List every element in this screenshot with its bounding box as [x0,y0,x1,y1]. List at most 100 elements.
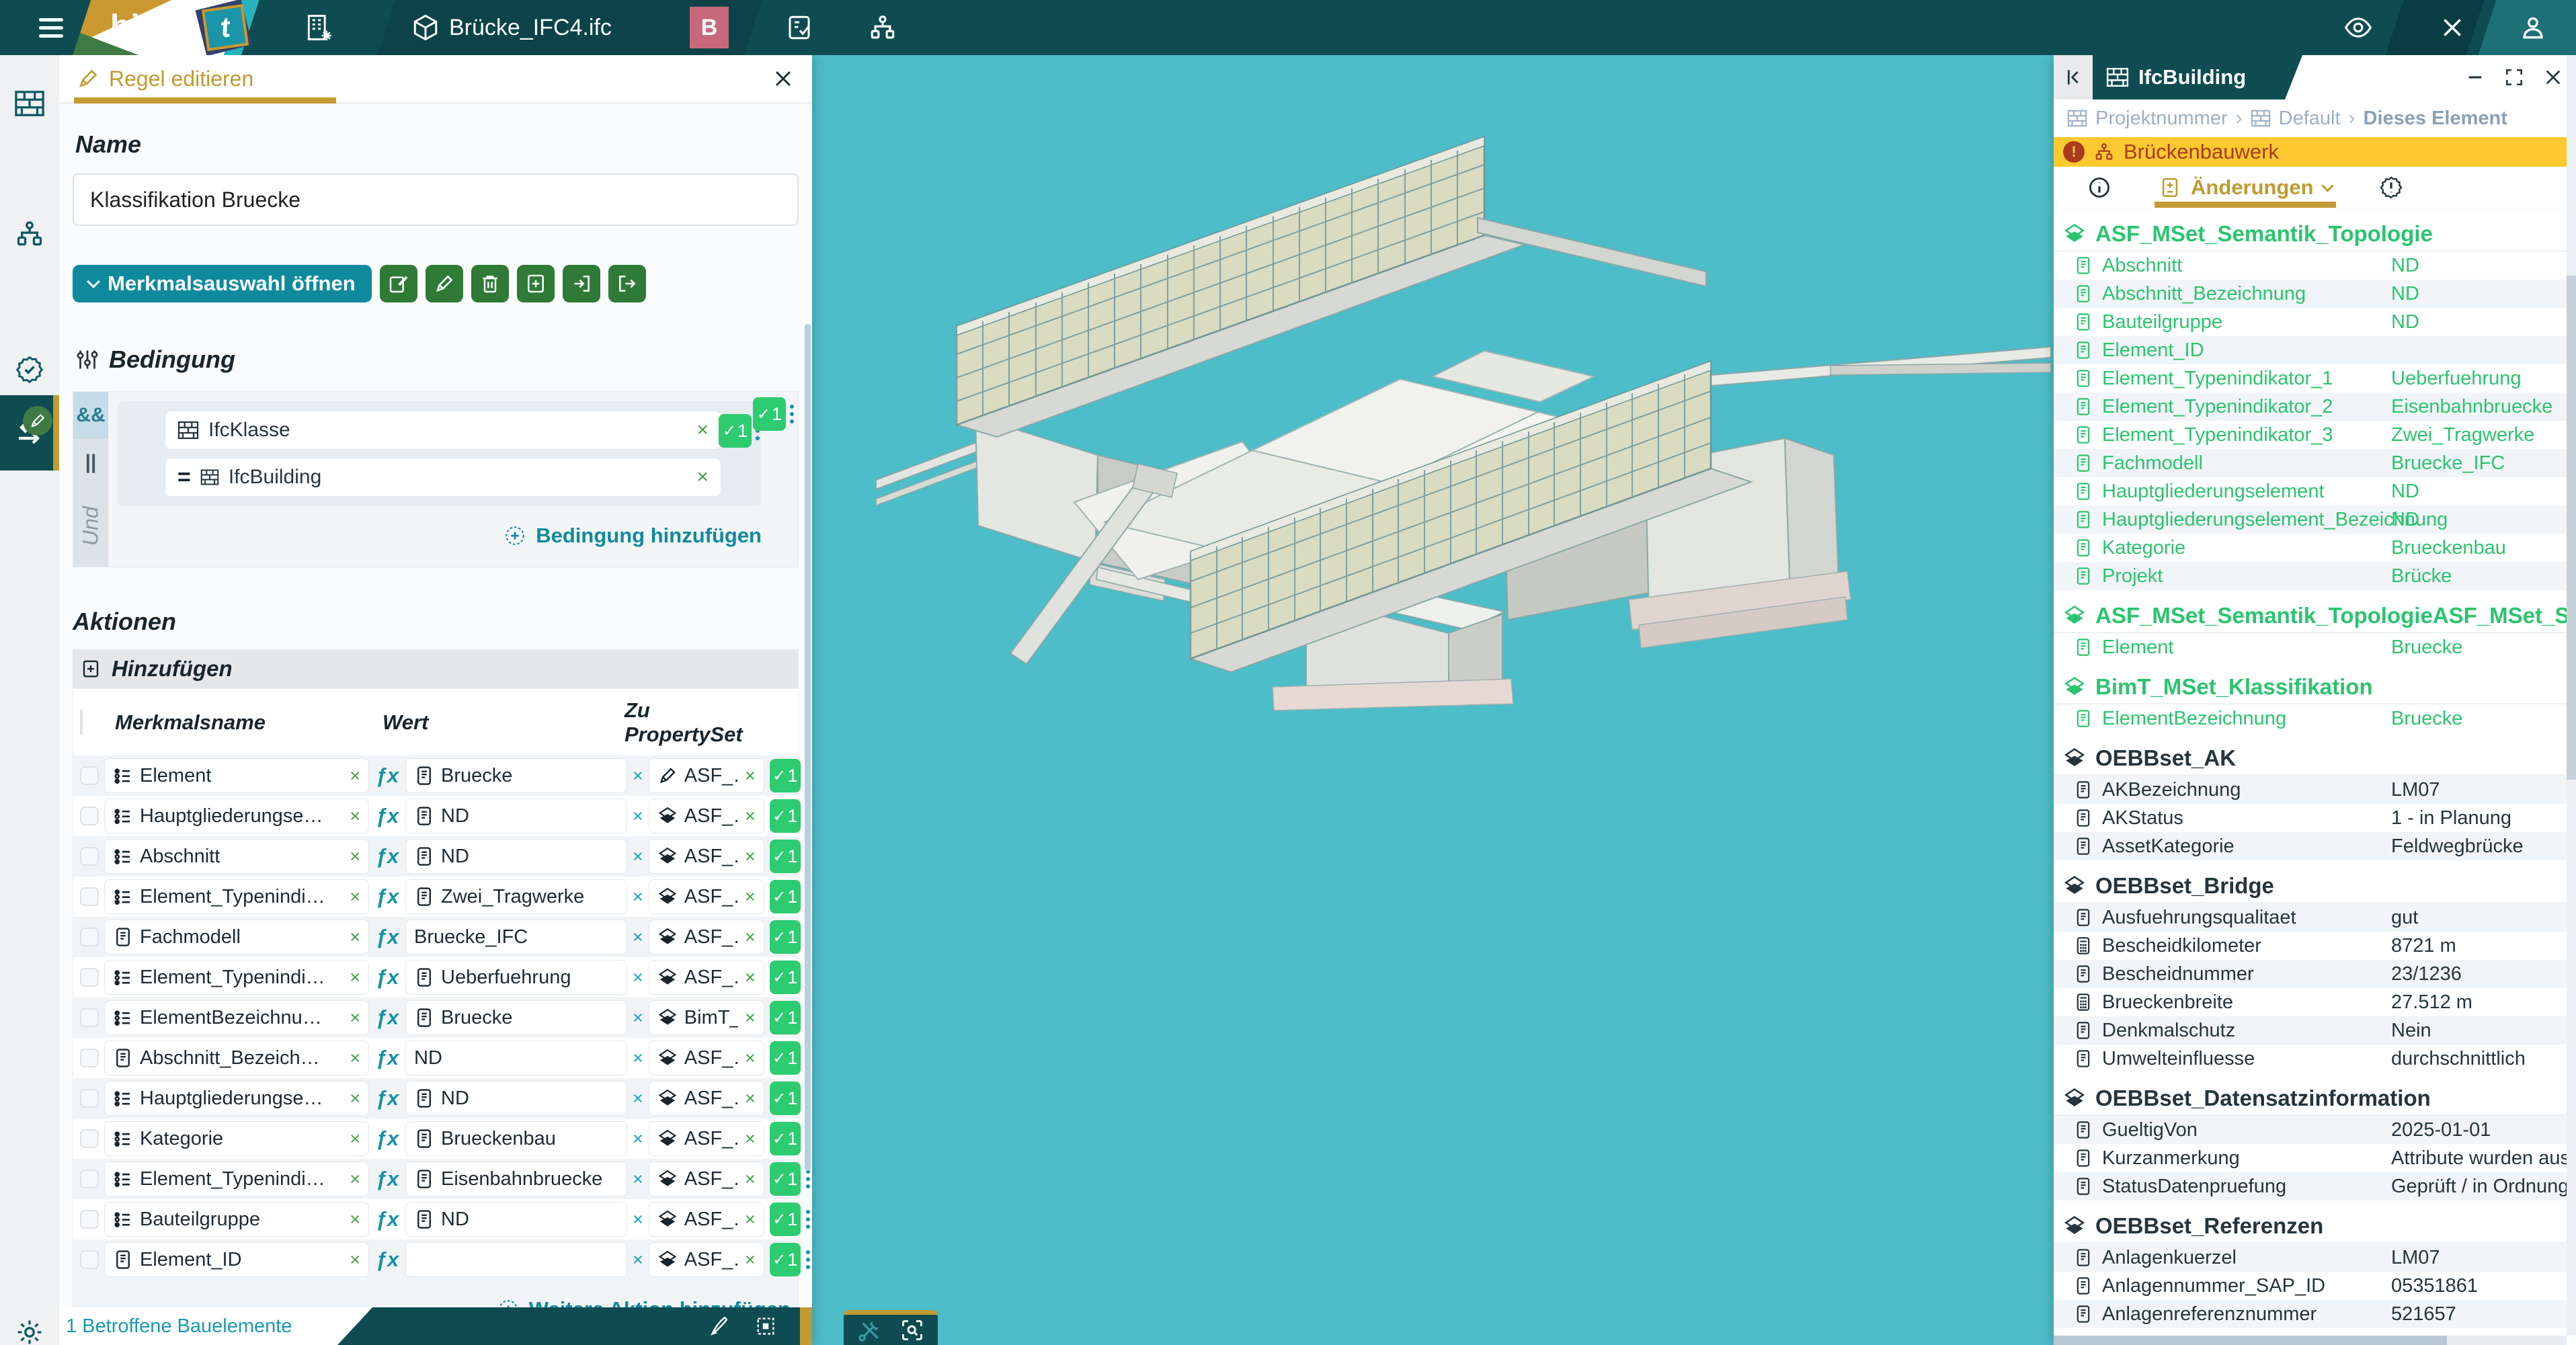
property-row[interactable]: Ausfuehrungsqualitaet gut [2054,903,2567,932]
close-panel-icon[interactable] [2542,67,2564,88]
clear-propertyset-icon[interactable]: × [745,1048,756,1069]
element-banner[interactable]: ! Brückenbauwerk [2054,137,2576,167]
property-row[interactable]: Bescheidkilometer 8721 m [2054,932,2567,960]
feature-name-pill[interactable]: Bauteilgruppe × [104,1202,369,1237]
property-row[interactable]: Fachmodell Bruecke_IFC [2054,449,2567,477]
clear-name-icon[interactable]: × [350,806,360,827]
property-group-header[interactable]: ASF_MSet_Semantik_Topologie [2054,218,2567,251]
fx-formula-icon[interactable]: ƒx [374,844,400,868]
add-section-bar[interactable]: Hinzufügen [73,649,799,688]
action-row[interactable]: Element × ƒx Bruecke × [73,756,798,796]
property-group-header[interactable]: OEBBset_AK [2054,742,2567,776]
add-condition-link[interactable]: Bedingung hinzufügen [118,524,762,548]
action-row[interactable]: Element_Typenindi… × ƒx Ueberfuehrung × [73,957,798,997]
settings-gear-icon[interactable] [0,1303,59,1345]
property-row[interactable]: Hauptgliederungselement ND [2054,477,2567,505]
scrollbar-thumb[interactable] [2054,1336,2447,1345]
value-pill[interactable]: Zwei_Tragwerke [405,879,627,914]
propertyset-pill[interactable]: ASF_… × [649,1161,764,1196]
value-pill[interactable]: Bruecke [405,1000,627,1035]
property-row[interactable]: Abschnitt_Bezeichnung ND [2054,280,2567,308]
clear-propertyset-icon[interactable]: × [745,1008,756,1028]
rule-name-input[interactable]: Klassifikation Bruecke [73,173,799,226]
clear-value-icon[interactable]: × [633,927,643,948]
value-pill[interactable]: Eisenbahnbruecke [405,1161,627,1196]
property-row[interactable]: Element_Typenindikator_2 Eisenbahnbrueck… [2054,393,2567,421]
feature-name-pill[interactable]: Kategorie × [104,1121,369,1156]
propertyset-pill[interactable]: ASF_… × [649,1242,764,1277]
import-rule-button[interactable] [563,265,600,302]
fx-formula-icon[interactable]: ƒx [374,1086,400,1110]
panel-scrollbar[interactable] [805,324,811,1171]
fx-formula-icon[interactable]: ƒx [374,804,400,828]
value-pill[interactable]: ND [405,1041,627,1075]
clear-value-icon[interactable]: × [633,1008,643,1028]
close-panel-icon[interactable] [772,67,795,90]
property-row[interactable]: Element Bruecke [2054,633,2567,661]
action-row[interactable]: Element_Typenindi… × ƒx Zwei_Tragwerke × [73,877,798,917]
user-account-icon[interactable] [2518,0,2548,55]
or-operator-tab[interactable]: || [73,439,108,486]
propertyset-pill[interactable]: ASF_… × [649,839,764,874]
clear-name-icon[interactable]: × [350,1048,360,1069]
remove-condition-field-icon[interactable]: × [696,419,709,442]
property-row[interactable]: ElementBezeichnung Bruecke [2054,704,2567,733]
clear-value-icon[interactable]: × [633,1250,643,1270]
row-checkbox[interactable] [80,1049,99,1067]
clear-name-icon[interactable]: × [350,766,360,786]
property-row[interactable]: AKStatus 1 - in Planung [2054,804,2567,832]
condition-value-row[interactable]: = IfcBuilding × [165,458,721,497]
sidebar-item-validation[interactable] [0,340,59,399]
value-pill[interactable]: ND [405,1202,627,1237]
row-checkbox[interactable] [80,1129,99,1148]
clear-value-icon[interactable]: × [633,1088,643,1109]
clear-value-icon[interactable]: × [633,766,643,786]
and-operator-tab[interactable]: && [73,392,108,439]
propertyset-pill[interactable]: ASF_… × [649,1202,764,1237]
property-row[interactable]: Element_ID [2054,336,2567,364]
value-pill[interactable]: Bruecke [405,758,627,793]
property-row[interactable]: Element_Typenindikator_3 Zwei_Tragwerke [2054,421,2567,449]
feature-name-pill[interactable]: Element × [104,758,369,793]
selection-frame-icon[interactable] [754,1315,777,1338]
value-pill[interactable]: Brueckenbau [405,1121,627,1156]
row-menu-icon[interactable] [806,1210,810,1229]
property-row[interactable]: AssetKategorie Feldwegbrücke [2054,832,2567,860]
row-checkbox[interactable] [80,807,99,825]
property-row[interactable]: Kategorie Brueckenbau [2054,534,2567,562]
feature-name-pill[interactable]: Abschnitt_Bezeich… × [104,1041,369,1075]
property-group-header[interactable]: OEBBset_Bridge [2054,870,2567,903]
clear-propertyset-icon[interactable]: × [745,887,756,907]
row-checkbox[interactable] [80,1170,99,1188]
fx-formula-icon[interactable]: ƒx [374,764,400,788]
fx-formula-icon[interactable]: ƒx [374,1006,400,1030]
row-checkbox[interactable] [80,766,99,785]
action-row[interactable]: Bauteilgruppe × ƒx ND × [73,1199,798,1239]
action-row[interactable]: Abschnitt × ƒx ND × [73,836,798,877]
clear-propertyset-icon[interactable]: × [745,967,756,988]
clear-name-icon[interactable]: × [350,1129,360,1149]
bridge-3d-model[interactable] [876,62,2054,727]
viewport-3d[interactable] [812,55,2054,1345]
clear-propertyset-icon[interactable]: × [745,1209,756,1230]
rename-rule-button[interactable] [426,265,463,302]
row-checkbox[interactable] [80,1210,99,1229]
property-row[interactable]: Anlagennummer_SAP_ID 05351861 [2054,1272,2567,1300]
fx-formula-icon[interactable]: ƒx [374,1248,400,1272]
sidebar-item-rules-active[interactable] [0,395,59,471]
feature-name-pill[interactable]: Element_Typenindi… × [104,1161,369,1196]
action-row[interactable]: Kategorie × ƒx Brueckenbau × [73,1118,798,1159]
feature-name-pill[interactable]: Element_Typenindi… × [104,879,369,914]
clear-value-icon[interactable]: × [633,967,643,988]
breadcrumb-default[interactable]: Default [2279,108,2341,130]
action-row[interactable]: Element_ID × ƒx × [73,1239,798,1280]
action-row[interactable]: Hauptgliederungse… × ƒx ND × [73,796,798,836]
clear-name-icon[interactable]: × [350,887,360,907]
row-menu-icon[interactable] [806,1170,810,1188]
propertyset-pill[interactable]: ASF_… × [649,1081,764,1116]
edit-rule-button[interactable] [380,265,417,302]
clear-name-icon[interactable]: × [350,1250,360,1270]
clear-propertyset-icon[interactable]: × [745,1250,756,1270]
remove-condition-value-icon[interactable]: × [696,466,709,489]
property-row[interactable]: Anlagenkuerzel LM07 [2054,1244,2567,1272]
